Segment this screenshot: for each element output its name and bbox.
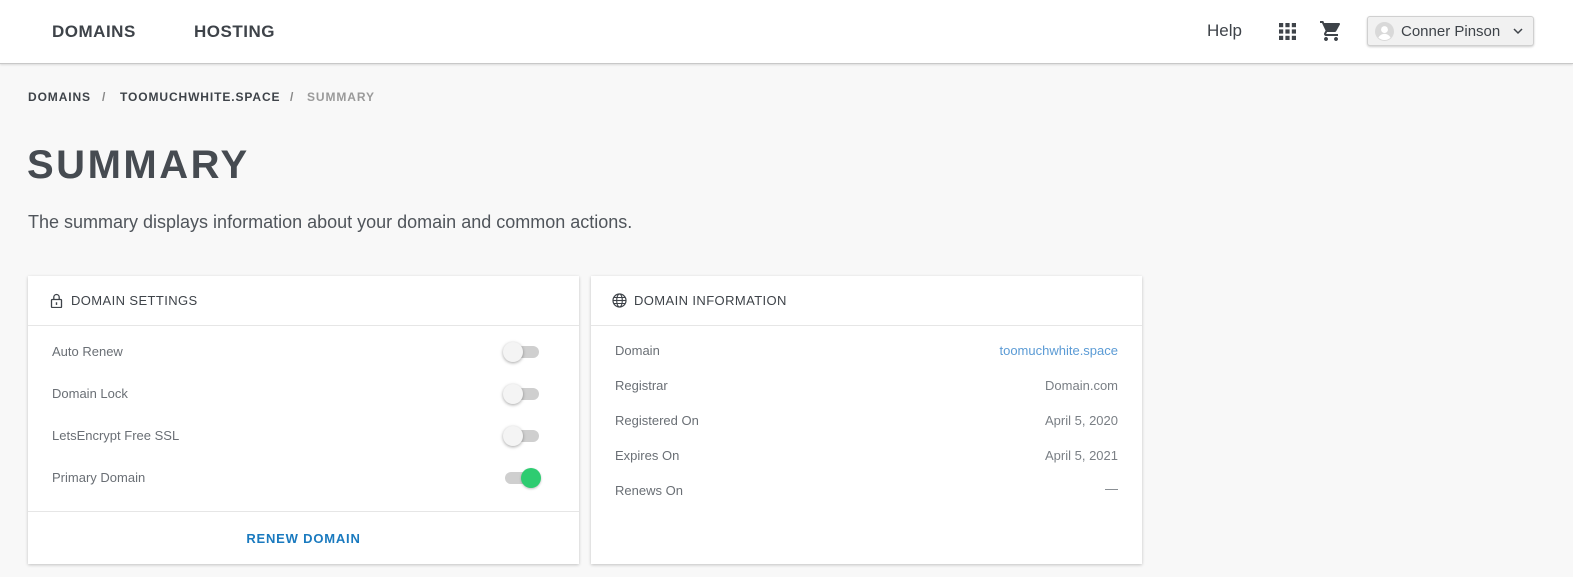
renews-on-value: — bbox=[1105, 481, 1118, 496]
toggle-knob bbox=[521, 468, 541, 488]
domain-lock-toggle[interactable] bbox=[503, 383, 541, 405]
breadcrumb-current: SUMMARY bbox=[307, 90, 375, 104]
shopping-cart-icon[interactable] bbox=[1319, 19, 1343, 43]
registered-on-label: Registered On bbox=[615, 413, 699, 428]
auto-renew-label: Auto Renew bbox=[52, 344, 123, 359]
primary-domain-toggle[interactable] bbox=[503, 467, 541, 489]
card-header: DOMAIN INFORMATION bbox=[591, 276, 1142, 326]
card-title: DOMAIN INFORMATION bbox=[634, 293, 787, 308]
domain-label: Domain bbox=[615, 343, 660, 358]
renew-domain-button[interactable]: RENEW DOMAIN bbox=[28, 531, 579, 546]
breadcrumb-domain-name[interactable]: TOOMUCHWHITE.SPACE bbox=[120, 90, 280, 104]
top-navigation-bar: DOMAINS HOSTING Help Conner Pinson bbox=[0, 0, 1573, 64]
nav-domains[interactable]: DOMAINS bbox=[52, 22, 136, 42]
globe-icon bbox=[612, 293, 627, 308]
auto-renew-toggle[interactable] bbox=[503, 341, 541, 363]
help-link[interactable]: Help bbox=[1207, 21, 1242, 41]
card-header: DOMAIN SETTINGS bbox=[28, 276, 579, 326]
primary-domain-label: Primary Domain bbox=[52, 470, 146, 485]
domain-information-card: DOMAIN INFORMATION Domain toomuchwhite.s… bbox=[591, 276, 1142, 564]
domain-settings-card: DOMAIN SETTINGS Auto Renew Domain Lock L… bbox=[28, 276, 579, 564]
avatar-icon bbox=[1375, 22, 1394, 41]
expires-on-label: Expires On bbox=[615, 448, 680, 463]
user-menu-button[interactable]: Conner Pinson bbox=[1367, 16, 1534, 46]
expires-on-value: April 5, 2021 bbox=[1045, 448, 1118, 463]
chevron-down-icon bbox=[1513, 28, 1523, 35]
toggle-knob bbox=[503, 342, 523, 362]
breadcrumb-separator: / bbox=[290, 90, 295, 104]
domain-value-link[interactable]: toomuchwhite.space bbox=[999, 343, 1118, 358]
renews-on-label: Renews On bbox=[615, 483, 683, 498]
letsencrypt-ssl-label: LetsEncrypt Free SSL bbox=[52, 428, 180, 443]
domain-lock-label: Domain Lock bbox=[52, 386, 128, 401]
user-name: Conner Pinson bbox=[1401, 23, 1501, 40]
letsencrypt-ssl-toggle[interactable] bbox=[503, 425, 541, 447]
registered-on-value: April 5, 2020 bbox=[1045, 413, 1118, 428]
nav-hosting[interactable]: HOSTING bbox=[194, 22, 275, 42]
breadcrumb-separator: / bbox=[102, 90, 107, 104]
lock-icon bbox=[50, 293, 63, 308]
breadcrumb-domains[interactable]: DOMAINS bbox=[28, 90, 91, 104]
card-title: DOMAIN SETTINGS bbox=[71, 293, 198, 308]
toggle-knob bbox=[503, 384, 523, 404]
registrar-value: Domain.com bbox=[1045, 378, 1118, 393]
toggle-knob bbox=[503, 426, 523, 446]
registrar-label: Registrar bbox=[615, 378, 668, 393]
apps-grid-icon[interactable] bbox=[1279, 23, 1296, 40]
page-description: The summary displays information about y… bbox=[28, 212, 633, 232]
page-title: SUMMARY bbox=[27, 143, 250, 187]
card-footer: RENEW DOMAIN bbox=[28, 511, 579, 564]
